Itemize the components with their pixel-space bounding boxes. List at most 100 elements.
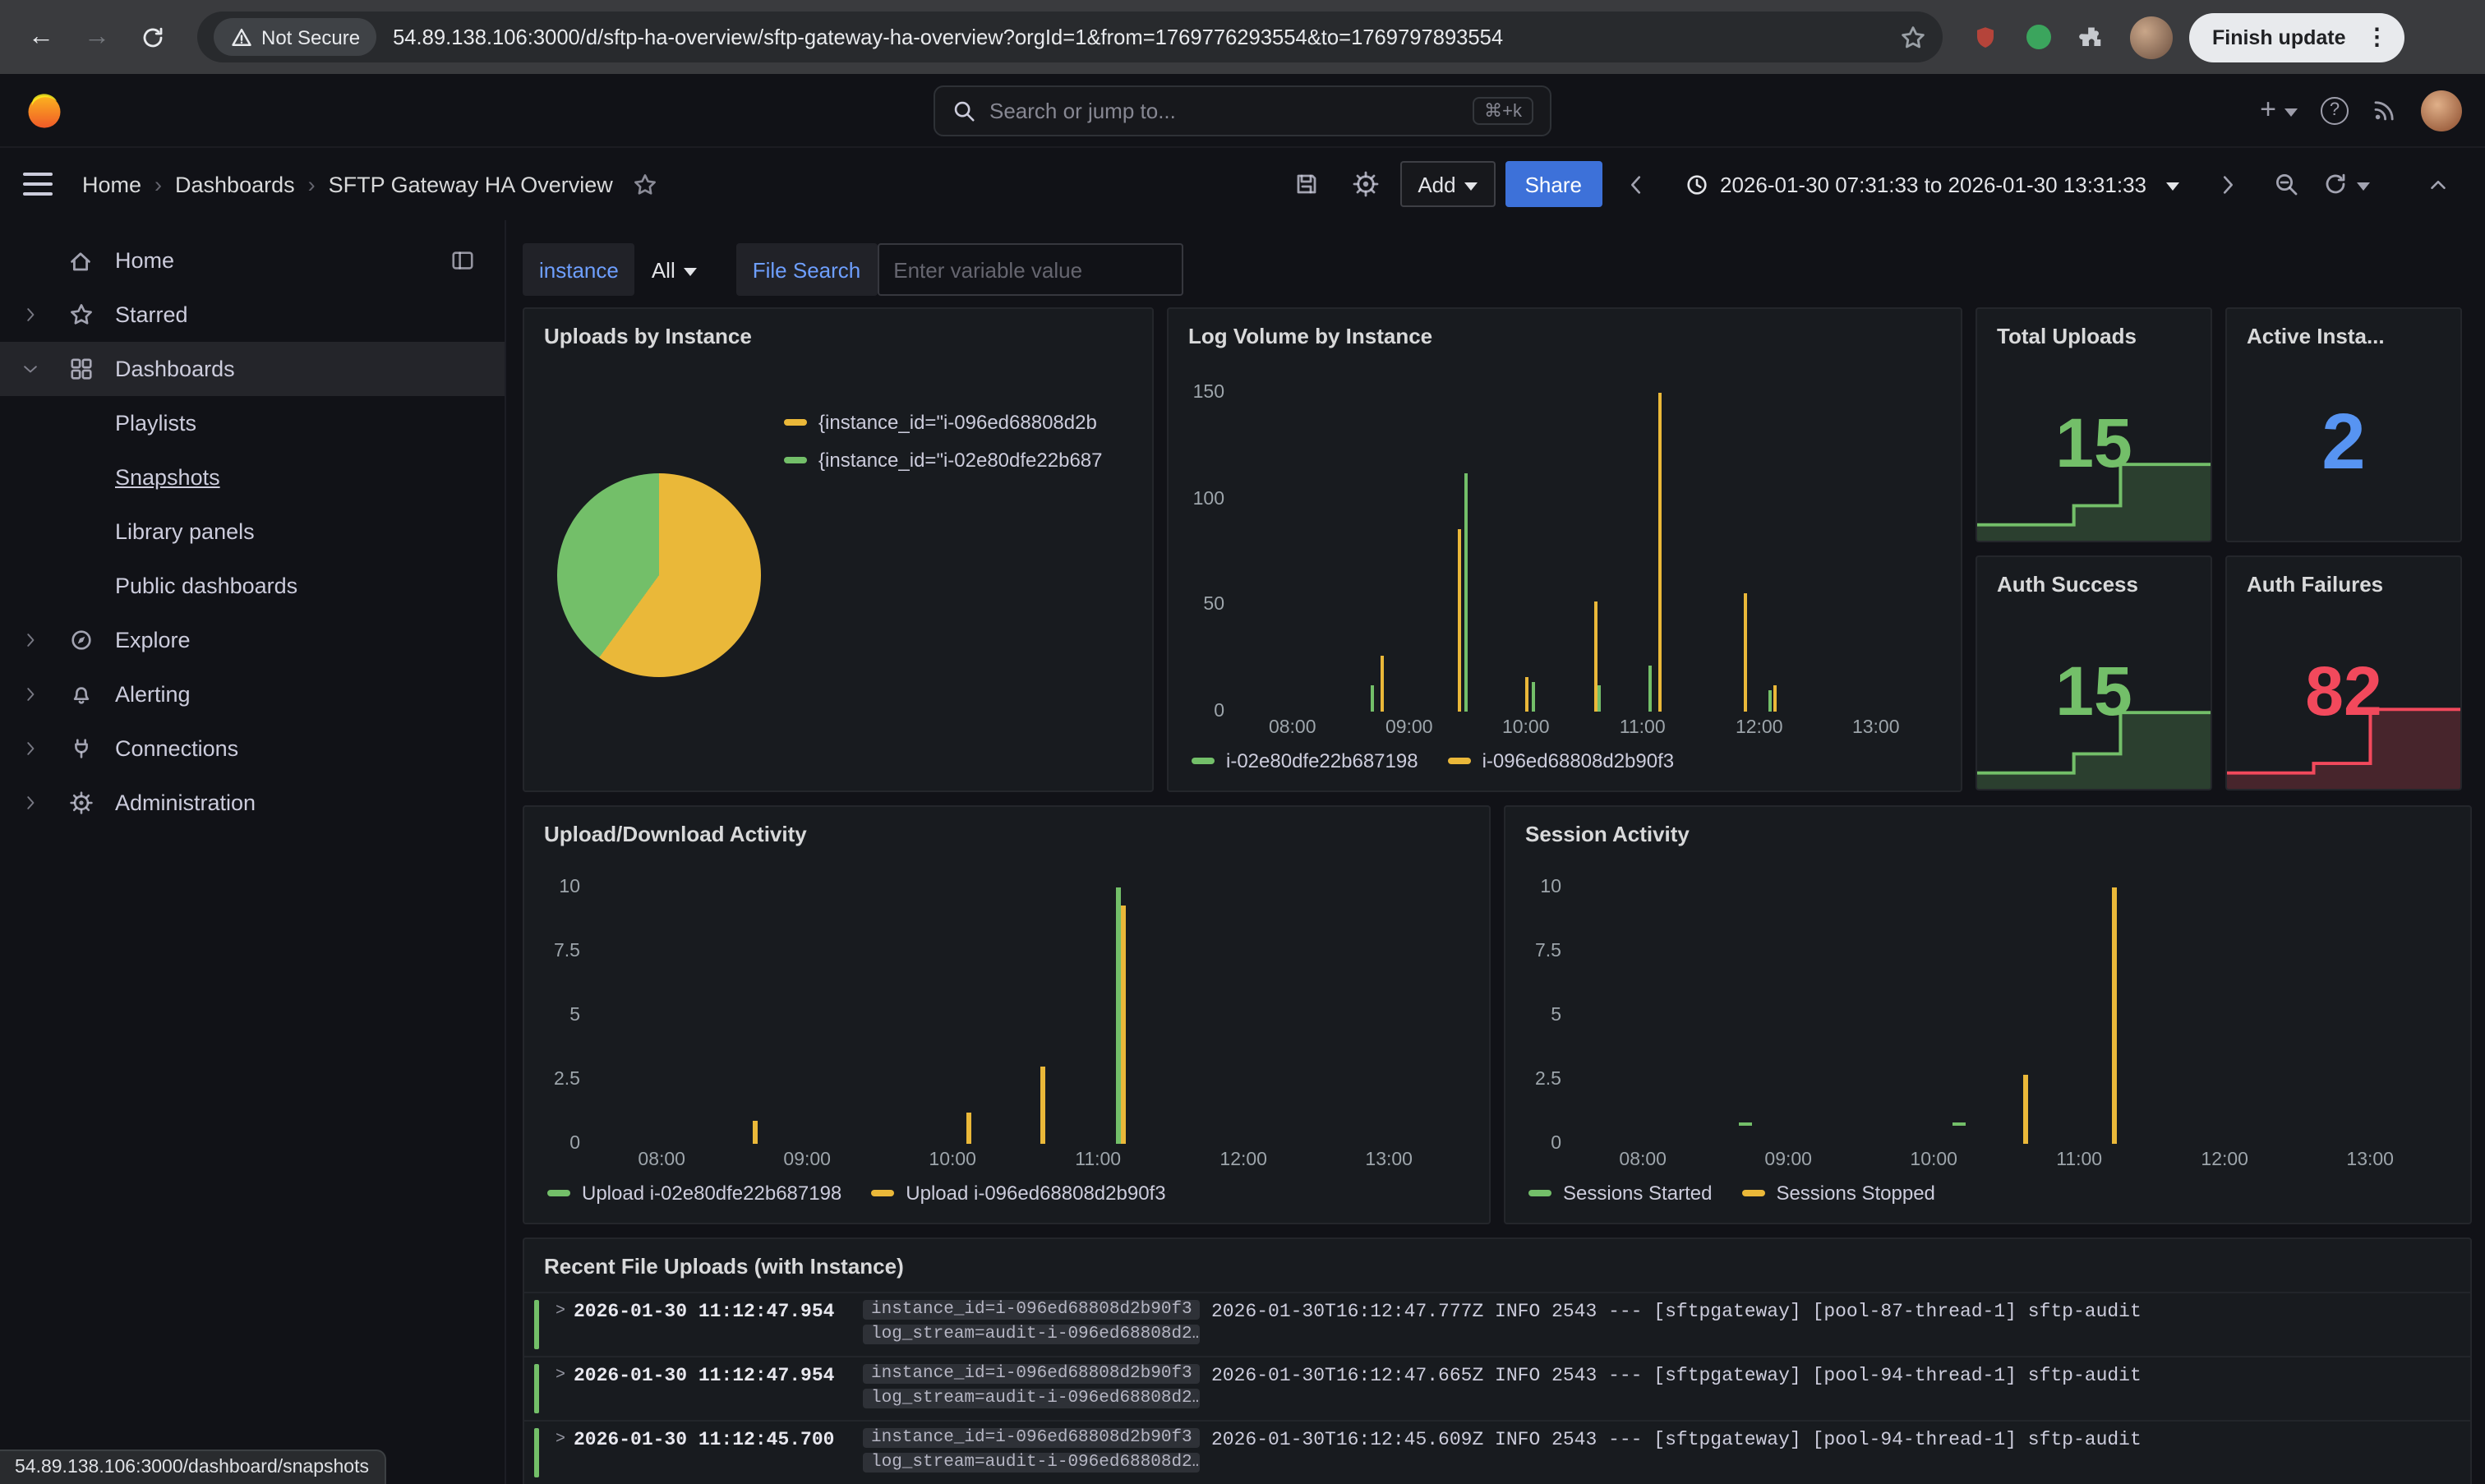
data-bar <box>1122 906 1127 1144</box>
search-input[interactable]: Search or jump to... ⌘+k <box>934 85 1551 136</box>
panel-title[interactable]: Uploads by Instance <box>524 309 1152 355</box>
sidebar-item-administration[interactable]: Administration <box>0 776 505 830</box>
mega-menu-icon[interactable] <box>23 173 53 196</box>
time-shift-forward-icon[interactable] <box>2202 161 2252 207</box>
extension-green-icon[interactable] <box>2015 14 2061 60</box>
news-icon[interactable] <box>2372 97 2398 123</box>
legend-item[interactable]: {instance_id="i-096ed68808d2b <box>784 411 1103 434</box>
legend-item[interactable]: i-02e80dfe22b687198 <box>1192 749 1418 772</box>
add-menu-button[interactable]: + <box>2260 94 2298 127</box>
sidebar-item-snapshots[interactable]: Snapshots <box>0 450 505 505</box>
pie-chart[interactable] <box>557 473 761 677</box>
legend-item[interactable]: Sessions Stopped <box>1741 1182 1934 1205</box>
data-bar <box>1739 1122 1752 1125</box>
log-level-bar <box>534 1300 539 1349</box>
breadcrumb-home[interactable]: Home <box>82 172 141 196</box>
grafana-logo[interactable] <box>23 89 66 131</box>
data-bar <box>754 1121 758 1144</box>
dock-menu-icon[interactable] <box>450 248 475 273</box>
sidebar-item-home[interactable]: Home <box>0 233 505 288</box>
not-secure-chip[interactable]: Not Secure <box>214 18 376 56</box>
finish-update-button[interactable]: Finish update ⋮ <box>2189 12 2405 62</box>
panel-title[interactable]: Total Uploads <box>1977 309 2211 355</box>
log-row[interactable]: > 2026-01-30 11:12:45.700 instance_id=i-… <box>524 1420 2470 1484</box>
legend-item[interactable]: Sessions Started <box>1528 1182 1712 1205</box>
panel-title[interactable]: Auth Success <box>1977 557 2211 603</box>
panel-session-activity: Session Activity 02.557.510 08:0009:0010… <box>1504 805 2472 1224</box>
sidebar-item-connections[interactable]: Connections <box>0 721 505 776</box>
data-bar <box>1040 1067 1044 1144</box>
instance-variable: instance All <box>523 243 713 296</box>
time-range-picker[interactable]: 2026-01-30 07:31:33 to 2026-01-30 13:31:… <box>1671 161 2192 207</box>
share-button[interactable]: Share <box>1505 161 1602 207</box>
sidebar-item-alerting[interactable]: Alerting <box>0 667 505 721</box>
log-expand-icon[interactable]: > <box>547 1428 574 1449</box>
legend-marker <box>1741 1190 1764 1196</box>
time-series-plot[interactable] <box>1574 869 2447 1144</box>
log-expand-icon[interactable]: > <box>547 1364 574 1385</box>
panel-title[interactable]: Session Activity <box>1505 807 2470 853</box>
back-icon[interactable]: ← <box>16 12 66 62</box>
collapse-toolbar-icon[interactable] <box>2413 161 2462 207</box>
sidebar-item-library-panels[interactable]: Library panels <box>0 505 505 559</box>
dashboard-settings-icon[interactable] <box>1340 161 1390 207</box>
legend-item[interactable]: Upload i-02e80dfe22b687198 <box>547 1182 841 1205</box>
zoom-out-icon[interactable] <box>2261 161 2311 207</box>
stat-value: 15 <box>1977 355 2211 541</box>
file-search-input[interactable] <box>877 243 1183 296</box>
sidebar-item-explore[interactable]: Explore <box>0 613 505 667</box>
y-axis: 02.557.510 <box>1515 869 1574 1144</box>
dashboards-grid-icon <box>59 357 102 381</box>
instance-variable-label: instance <box>523 243 635 296</box>
legend-item[interactable]: i-096ed68808d2b90f3 <box>1448 749 1675 772</box>
legend-item[interactable]: {instance_id="i-02e80dfe22b687 <box>784 449 1103 472</box>
panel-log-volume: Log Volume by Instance 050100150 08:0009… <box>1167 307 1962 792</box>
data-bar <box>1458 529 1461 712</box>
log-row[interactable]: > 2026-01-30 11:12:47.954 instance_id=i-… <box>524 1356 2470 1420</box>
browser-profile-avatar[interactable] <box>2130 16 2173 58</box>
help-icon[interactable]: ? <box>2321 96 2349 124</box>
time-series-plot[interactable] <box>593 869 1466 1144</box>
warning-icon <box>230 25 253 48</box>
data-bar <box>967 1113 972 1144</box>
panel-title[interactable]: Recent File Uploads (with Instance) <box>524 1239 2470 1285</box>
forward-icon[interactable]: → <box>72 12 122 62</box>
time-shift-back-icon[interactable] <box>1611 161 1661 207</box>
favorite-star-icon[interactable] <box>633 172 657 196</box>
log-row[interactable]: > 2026-01-30 11:12:47.954 instance_id=i-… <box>524 1292 2470 1356</box>
save-dashboard-icon[interactable] <box>1281 161 1330 207</box>
panel-title[interactable]: Upload/Download Activity <box>524 807 1489 853</box>
chart-legend: i-02e80dfe22b687198 i-096ed68808d2b90f3 <box>1169 744 1961 790</box>
data-bar <box>1464 473 1467 712</box>
sidebar-item-public-dashboards[interactable]: Public dashboards <box>0 559 505 613</box>
address-bar[interactable]: Not Secure 54.89.138.106:3000/d/sftp-ha-… <box>197 12 1943 62</box>
legend-item[interactable]: Upload i-096ed68808d2b90f3 <box>871 1182 1165 1205</box>
sidebar-item-starred[interactable]: Starred <box>0 288 505 342</box>
variables-bar: instance All File Search <box>523 243 2472 296</box>
reload-icon[interactable] <box>128 12 178 62</box>
time-series-plot[interactable] <box>1238 371 1938 712</box>
stat-value: 15 <box>1977 603 2211 789</box>
data-bar <box>1773 686 1777 712</box>
stat-value: 2 <box>2227 355 2460 541</box>
sidebar-item-playlists[interactable]: Playlists <box>0 396 505 450</box>
refresh-icon[interactable] <box>2321 161 2370 207</box>
bookmark-star-icon[interactable] <box>1900 24 1926 50</box>
adblock-extension-icon[interactable] <box>1962 14 2008 60</box>
extensions-puzzle-icon[interactable] <box>2068 14 2114 60</box>
breadcrumb-dashboards[interactable]: Dashboards <box>175 172 295 196</box>
compass-icon <box>59 628 102 652</box>
browser-menu-icon[interactable]: ⋮ <box>2359 23 2395 51</box>
panel-title[interactable]: Auth Failures <box>2227 557 2460 603</box>
instance-variable-select[interactable]: All <box>635 243 713 296</box>
panel-title[interactable]: Log Volume by Instance <box>1169 309 1961 355</box>
legend-marker <box>784 457 807 463</box>
panel-title[interactable]: Active Insta... <box>2227 309 2460 355</box>
stat-panels-grid: Total Uploads 15 Active Insta... 2 Auth … <box>1976 307 2462 792</box>
data-bar <box>1952 1122 1966 1125</box>
user-avatar[interactable] <box>2421 90 2462 131</box>
sidebar-item-dashboards[interactable]: Dashboards <box>0 342 505 396</box>
search-icon <box>952 98 976 122</box>
log-expand-icon[interactable]: > <box>547 1300 574 1321</box>
add-panel-button[interactable]: Add <box>1399 161 1495 207</box>
